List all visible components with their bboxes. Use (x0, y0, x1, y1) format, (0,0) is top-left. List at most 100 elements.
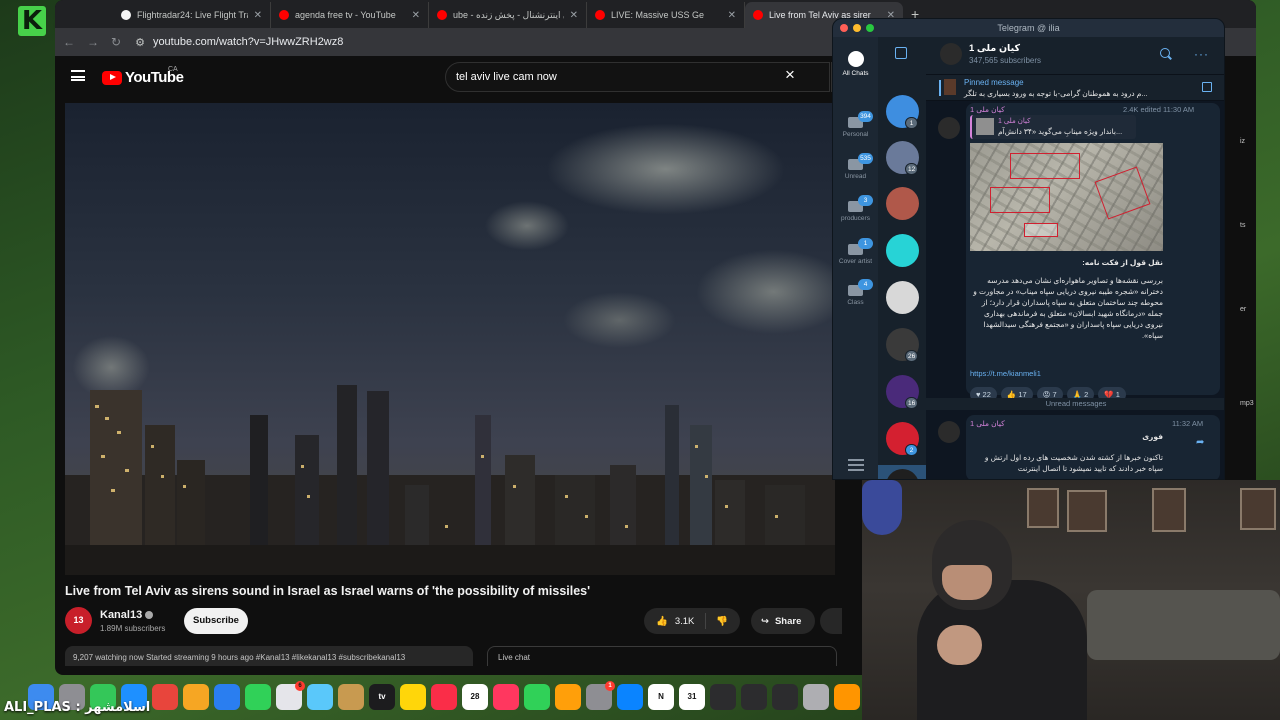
wall-frame (1027, 488, 1059, 528)
forward-message-icon[interactable]: ➦ (1196, 437, 1204, 448)
guitar (862, 480, 902, 535)
tab-iran-international[interactable]: ube - ایران اینترنشنال - پخش زنده ✕ (429, 2, 587, 28)
reply-preview[interactable]: کیان ملی 1 باندار ویژه مینابِ می‌گوید «۳… (970, 115, 1136, 139)
thumbs-down-icon: 👎 (716, 615, 728, 627)
channel-subscribers: 347,565 subscribers (969, 56, 1042, 65)
chat-list: 1 12 26 16 2 (878, 37, 926, 479)
folder-all-chats[interactable]: All Chats (833, 51, 878, 77)
channel-avatar[interactable] (940, 43, 962, 65)
region-code: CA (168, 66, 178, 73)
streamer-face (942, 565, 992, 600)
close-icon[interactable]: ✕ (570, 10, 578, 21)
calendar-icon[interactable]: 28 (462, 684, 488, 710)
reload-icon[interactable]: ↻ (111, 35, 121, 49)
close-icon[interactable]: ✕ (412, 10, 420, 21)
apple-tv-icon[interactable]: tv (369, 684, 395, 710)
settings-icon[interactable]: 1 (586, 681, 615, 710)
utility-icon[interactable] (803, 684, 829, 710)
music-icon[interactable] (431, 684, 457, 710)
compose-icon[interactable] (895, 47, 907, 59)
notion-icon[interactable]: N (648, 684, 674, 710)
channel-name[interactable]: Kanal13 (100, 609, 154, 621)
share-button[interactable]: ↪ Share (751, 608, 815, 634)
zoom-window-icon[interactable] (866, 24, 874, 32)
message-heading: نقل قول از فکت نامه: (1082, 258, 1163, 267)
message-bubble[interactable]: کیان ملی 1 2.4K edited 11:30 AM کیان ملی… (966, 103, 1220, 402)
notification-badge: 6 (295, 681, 305, 691)
chat-avatar[interactable] (886, 187, 919, 220)
logic-icon[interactable] (710, 684, 736, 710)
tab-agenda-free-tv[interactable]: agenda free tv - YouTube ✕ (271, 2, 429, 28)
unity-icon[interactable] (772, 684, 798, 710)
channel-name[interactable]: کیان ملی 1 (969, 43, 1020, 54)
window-controls (840, 24, 874, 32)
share-icon: ↪ (761, 615, 769, 627)
notes-app-icon[interactable]: 6 (276, 681, 305, 710)
minimize-window-icon[interactable] (853, 24, 861, 32)
unread-badge: 535 (858, 153, 873, 164)
streamer-hand (937, 625, 982, 665)
url-text: youtube.com/watch?v=JHwwZRH2wz8 (152, 36, 344, 48)
wall-frame (1240, 488, 1276, 530)
message-bubble[interactable]: کیان ملی 1 11:32 AM فوری تاکنون خبرها از… (966, 415, 1220, 479)
pages-icon[interactable] (555, 684, 581, 710)
chrome-icon[interactable] (152, 684, 178, 710)
app-store-icon[interactable] (617, 684, 643, 710)
search-icon[interactable] (1160, 48, 1170, 58)
photos-icon[interactable] (183, 684, 209, 710)
folder-sidebar: All Chats 394 Personal 535 Unread 3 prod… (833, 37, 878, 479)
calendar-31-icon[interactable]: 31 (679, 684, 705, 710)
garageband-icon[interactable] (834, 684, 860, 710)
mail-icon[interactable] (214, 684, 240, 710)
forward-icon[interactable]: → (87, 35, 99, 49)
site-info-icon[interactable]: ⚙ (135, 36, 145, 49)
dislike-button[interactable]: 👎 (706, 616, 728, 627)
channel-avatar[interactable]: 13 (65, 607, 92, 634)
menu-icon[interactable] (71, 70, 85, 81)
preview-icon[interactable] (307, 684, 333, 710)
messages-icon[interactable] (245, 684, 271, 710)
settings-sliders-icon[interactable] (848, 459, 864, 471)
tab-uss-live[interactable]: LIVE: Massive USS Ge ✕ (587, 2, 745, 28)
folder-personal[interactable]: 394 Personal (833, 111, 878, 138)
audio-icon[interactable] (741, 684, 767, 710)
youtube-favicon-icon (279, 10, 289, 20)
chat-unread-badge: 26 (905, 350, 919, 362)
video-player[interactable] (65, 103, 835, 575)
folder-cover-artist[interactable]: 1 Cover artist (833, 238, 878, 265)
reply-thumbnail (976, 118, 994, 135)
message-body: بررسی نقشه‌ها و تصاویر ماهواره‌ای نشان م… (973, 276, 1163, 340)
close-icon[interactable]: ✕ (728, 10, 736, 21)
chat-avatar[interactable] (886, 281, 919, 314)
pinned-message-bar[interactable]: Pinned message م درود به هموطنان گرامی-ب… (926, 75, 1224, 101)
satellite-map-image[interactable] (970, 143, 1163, 251)
archive-icon[interactable] (338, 684, 364, 710)
numbers-icon[interactable] (524, 684, 550, 710)
streamer-webcam (862, 480, 1280, 720)
like-button[interactable]: 👍 3.1K (644, 613, 706, 629)
close-icon[interactable]: ✕ (254, 10, 262, 21)
channel-link[interactable]: https://t.me/kianmeli1 (970, 369, 1041, 378)
back-icon[interactable]: ← (63, 35, 75, 49)
youtube-favicon-icon (437, 10, 447, 20)
save-button[interactable] (820, 608, 842, 634)
search-input[interactable]: tel aviv live cam now (445, 62, 830, 92)
folder-unread[interactable]: 535 Unread (833, 153, 878, 180)
url-field[interactable]: ⚙ youtube.com/watch?v=JHwwZRH2wz8 (135, 36, 343, 49)
news-icon[interactable] (493, 684, 519, 710)
close-window-icon[interactable] (840, 24, 848, 32)
notes-icon[interactable] (400, 684, 426, 710)
tab-flightradar[interactable]: Flightradar24: Live Flight Tra ✕ (113, 2, 271, 28)
sender-avatar[interactable] (938, 117, 960, 139)
chat-avatar[interactable] (886, 234, 919, 267)
folder-class[interactable]: 4 Class (833, 279, 878, 306)
more-options-icon[interactable]: ··· (1194, 47, 1209, 61)
clear-search-icon[interactable]: × (785, 65, 795, 85)
subscribe-button[interactable]: Subscribe (184, 608, 248, 634)
live-chat-header[interactable]: Live chat (487, 646, 837, 666)
description-snippet[interactable]: 9,207 watching now Started streaming 9 h… (65, 646, 473, 666)
sender-avatar[interactable] (938, 421, 960, 443)
folder-producers[interactable]: 3 producers (833, 195, 878, 222)
pinned-list-icon[interactable] (1202, 82, 1212, 92)
chat-header: کیان ملی 1 347,565 subscribers ··· (926, 37, 1224, 75)
